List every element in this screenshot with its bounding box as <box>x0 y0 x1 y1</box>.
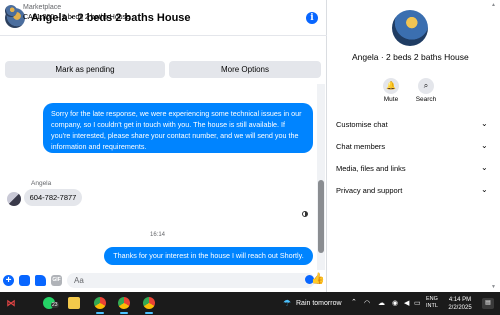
incoming-message: 604-782-7877 <box>24 189 82 206</box>
network-icon[interactable]: ◠ <box>364 299 370 307</box>
app-icon[interactable]: ⋈ <box>5 297 17 309</box>
sticker-icon[interactable] <box>35 275 46 286</box>
search-label: Search <box>415 96 437 103</box>
info-panel-scrollbar[interactable] <box>490 0 500 292</box>
section-media-files-links[interactable]: Media, files and links <box>336 164 486 173</box>
file-explorer-icon[interactable] <box>68 297 80 309</box>
volume-icon[interactable]: ◀ <box>404 299 409 307</box>
battery-icon[interactable]: ▭ <box>414 299 421 307</box>
search-icon: ⌕ <box>418 78 434 94</box>
search-button[interactable]: ⌕ Search <box>415 78 437 103</box>
scroll-down-arrow-icon[interactable]: ▼ <box>491 284 496 290</box>
chevron-down-icon[interactable]: ⌄ <box>481 119 488 128</box>
chrome-icon[interactable] <box>94 297 106 309</box>
clock[interactable]: 4:14 PM 2/2/2025 <box>445 296 475 312</box>
image-icon[interactable] <box>19 275 30 286</box>
section-privacy-support[interactable]: Privacy and support <box>336 186 486 195</box>
sender-avatar[interactable] <box>7 192 21 206</box>
clock-time: 4:14 PM <box>448 297 472 303</box>
running-indicator <box>145 312 153 314</box>
chevron-down-icon[interactable]: ⌄ <box>481 163 488 172</box>
wifi-icon[interactable]: ◉ <box>392 299 398 307</box>
cloud-icon[interactable]: ☁ <box>378 299 385 307</box>
language-code: ENG <box>426 296 438 302</box>
mark-as-pending-button[interactable]: Mark as pending <box>5 61 165 78</box>
marketplace-label: Marketplace <box>23 4 62 11</box>
language-indicator[interactable]: ENG INTL <box>426 296 438 310</box>
info-panel-title: Angela · 2 beds 2 baths House <box>352 52 469 62</box>
running-indicator <box>96 312 104 314</box>
profile-avatar[interactable] <box>392 10 428 46</box>
scroll-up-arrow-icon[interactable]: ▲ <box>491 2 496 8</box>
info-icon[interactable]: i <box>306 12 318 24</box>
message-input[interactable] <box>67 273 315 288</box>
chevron-up-icon[interactable]: ⌃ <box>351 298 357 306</box>
weather-text[interactable]: Rain tomorrow <box>296 300 342 307</box>
mute-label: Mute <box>383 96 399 103</box>
outgoing-message: Sorry for the late response, we were exp… <box>43 103 313 153</box>
section-customise-chat[interactable]: Customise chat <box>336 120 486 129</box>
chrome-icon[interactable] <box>118 297 130 309</box>
more-options-button[interactable]: More Options <box>169 61 321 78</box>
sender-name: Angela <box>31 180 52 187</box>
thumbs-up-icon[interactable]: 👍 <box>311 272 325 285</box>
listing-thumbnail[interactable] <box>5 5 17 17</box>
notification-icon[interactable]: ▤ <box>482 298 494 309</box>
running-indicator <box>120 312 128 314</box>
message-timestamp: 16:14 <box>150 232 166 238</box>
plus-icon[interactable]: + <box>3 275 14 286</box>
outgoing-message: Thanks for your interest in the house I … <box>104 247 313 265</box>
gif-icon[interactable]: GIF <box>51 275 62 286</box>
listing-summary[interactable]: CA$1,300 – 2 beds 2 baths House <box>23 14 130 21</box>
chat-scrollbar-thumb[interactable] <box>318 180 324 253</box>
bell-icon: 🔔 <box>383 78 399 94</box>
message-input-placeholder: Aa <box>74 276 84 285</box>
weather-rain-icon[interactable]: ☂ <box>283 298 291 309</box>
chevron-down-icon[interactable]: ⌄ <box>481 185 488 194</box>
seen-indicator-icon <box>302 211 308 217</box>
clock-date: 2/2/2025 <box>448 305 472 311</box>
chevron-down-icon[interactable]: ⌄ <box>481 141 488 150</box>
whatsapp-badge: 23 <box>51 302 59 308</box>
chrome-icon[interactable] <box>143 297 155 309</box>
keyboard-layout: INTL <box>426 303 438 309</box>
mute-button[interactable]: 🔔 Mute <box>380 78 402 103</box>
section-chat-members[interactable]: Chat members <box>336 142 486 151</box>
